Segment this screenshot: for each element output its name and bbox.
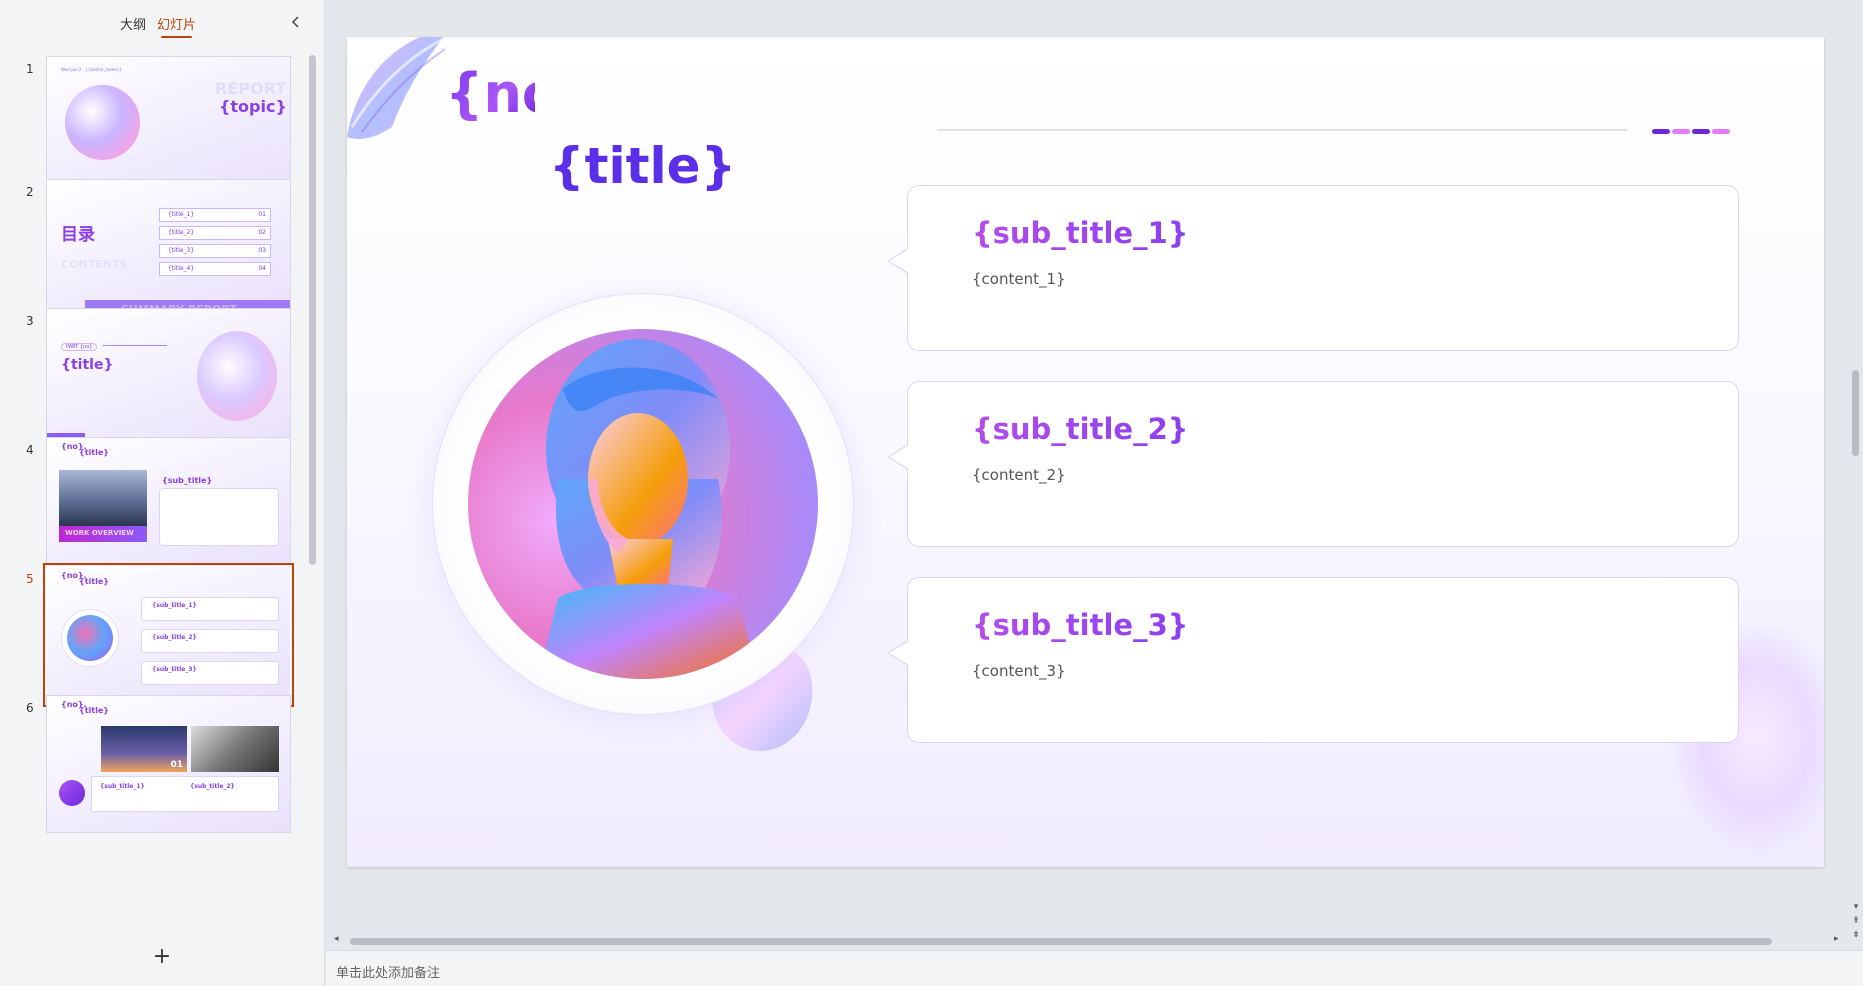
thumb-topic: {topic} <box>219 97 287 116</box>
thumb-toc-item: {title_2} 02 <box>159 226 271 240</box>
thumb-part-label: PART {no} <box>61 343 98 351</box>
add-slide-button[interactable]: + <box>150 946 174 970</box>
vertical-scrollbar[interactable]: ▾ ⇞ ⇟ <box>1847 0 1863 950</box>
tab-slides[interactable]: 幻灯片 <box>157 14 196 38</box>
dash <box>1652 129 1670 134</box>
thumb-arrow-line <box>103 345 167 346</box>
notes-pane[interactable]: 单击此处添加备注 <box>326 950 1863 986</box>
thumb-text-box <box>159 488 279 546</box>
thumb-image-laptop <box>191 726 279 772</box>
slide-thumbnail-pane: 大纲 幻灯片 1 Wed-Jun 2 · {{author_name}} REP… <box>0 0 325 986</box>
thumb-card: {sub_title_1} {sub_title_2} <box>91 776 279 812</box>
thumb-no: {no}. <box>61 700 87 709</box>
decorative-blob <box>65 85 140 160</box>
chevron-left-icon <box>291 16 299 28</box>
thumb-card: {sub_title_3} <box>141 661 279 685</box>
content-card-1[interactable]: {sub_title_1} {content_1} <box>887 185 1739 351</box>
card-pointer <box>887 444 909 470</box>
thumb-toc-item: {title_3} 03 <box>159 244 271 258</box>
thumb-sub-title: {sub_title} <box>162 476 213 485</box>
slide-number: 1 <box>26 62 34 76</box>
next-slide-icon[interactable]: ⇟ <box>1850 930 1862 940</box>
thumb-title: {title} <box>79 577 109 586</box>
card-sub-title[interactable]: {sub_title_1} <box>972 216 1188 250</box>
slide-thumbnail-1[interactable]: Wed-Jun 2 · {{author_name}} REPORT {topi… <box>46 56 291 194</box>
thumb-no: {no}. <box>61 442 87 451</box>
thumb-money-icon <box>59 780 85 806</box>
content-card-3[interactable]: {sub_title_3} {content_3} <box>887 577 1739 743</box>
thumbnail-row-2: 2 目录 CONTENTS {title_1} 01 {title_2} 02 {t… <box>0 179 318 319</box>
slide-thumbnail-5[interactable]: {no}. {title} {sub_title_1} {sub_title_2… <box>43 563 294 707</box>
card-content[interactable]: {content_1} <box>972 270 1066 288</box>
scroll-right-arrow-icon[interactable]: ▸ <box>1834 934 1839 944</box>
thumb-meta: Wed-Jun 2 · {{author_name}} <box>61 67 122 72</box>
portrait-photo[interactable] <box>468 329 818 679</box>
thumb-bg-word: REPORT <box>215 79 287 98</box>
title-divider-line <box>937 129 1627 131</box>
thumb-title: {title} <box>79 448 109 457</box>
horizontal-scroll-thumb[interactable] <box>350 938 1772 945</box>
slide-thumbnail-4[interactable]: {no}. {title} WORK OVERVIEW {sub_title} <box>46 437 291 575</box>
slide-editor: {no}. {title} {sub_title_1} {content_1} … <box>326 0 1863 950</box>
card-pointer <box>887 640 909 666</box>
slide-number: 5 <box>26 572 34 586</box>
card-sub-title[interactable]: {sub_title_2} <box>972 412 1188 446</box>
section-number-label[interactable]: {no}. <box>445 65 618 123</box>
slide-canvas[interactable]: {no}. {title} {sub_title_1} {content_1} … <box>347 37 1824 867</box>
slide-thumbnail-3[interactable]: PART {no} {title} WORK OVERVIEW <box>46 308 291 446</box>
thumb-badge: WORK OVERVIEW <box>59 526 147 542</box>
slide-thumbnail-6[interactable]: {no}. {title} 01 {sub_title_1} {sub_titl… <box>46 695 291 833</box>
thumb-no: {no}. <box>61 571 87 580</box>
decorative-blob <box>197 331 277 421</box>
thumbnail-row-4: 4 {no}. {title} WORK OVERVIEW {sub_title… <box>0 437 318 577</box>
thumbnail-list: 1 Wed-Jun 2 · {{author_name}} REPORT {to… <box>0 50 318 938</box>
scroll-left-arrow-icon[interactable]: ◂ <box>334 934 339 944</box>
portrait-image <box>468 329 818 679</box>
thumb-toc-item: {title_4} 04 <box>159 262 271 276</box>
thumbnail-row-6: 6 {no}. {title} 01 {sub_title_1} {sub_ti… <box>0 695 318 835</box>
thumb-image-city: 01 <box>101 726 187 772</box>
card-pointer <box>887 248 909 274</box>
thumbnail-row-3: 3 PART {no} {title} WORK OVERVIEW <box>0 308 318 448</box>
card-content[interactable]: {content_2} <box>972 466 1066 484</box>
dash <box>1692 129 1710 134</box>
pane-tabs: 大纲 幻灯片 <box>0 14 325 38</box>
thumb-bg-word: CONTENTS <box>61 258 128 271</box>
thumb-city-image <box>59 470 147 526</box>
scroll-down-arrow-icon[interactable]: ▾ <box>1850 902 1862 912</box>
thumb-card: {sub_title_1} <box>141 597 279 621</box>
slide-number: 6 <box>26 701 34 715</box>
thumbnail-row-1: 1 Wed-Jun 2 · {{author_name}} REPORT {to… <box>0 56 318 196</box>
horizontal-scrollbar[interactable]: ◂ ▸ <box>326 934 1846 948</box>
collapse-pane-button[interactable] <box>286 12 306 32</box>
slide-thumbnail-2[interactable]: 目录 CONTENTS {title_1} 01 {title_2} 02 {tit… <box>46 179 291 317</box>
thumbnail-scrollbar[interactable] <box>309 55 316 565</box>
card-content[interactable]: {content_3} <box>972 662 1066 680</box>
decorative-dashes <box>1652 129 1742 134</box>
card-sub-title[interactable]: {sub_title_3} <box>972 608 1188 642</box>
thumb-heading: 目录 <box>61 225 95 245</box>
thumb-toc-item: {title_1} 01 <box>159 208 271 222</box>
thumb-title: {title} <box>61 357 114 373</box>
plus-icon: + <box>152 944 172 969</box>
slide-number: 2 <box>26 185 34 199</box>
thumbnail-row-5: 5 {no}. {title} {sub_title_1} {sub_title… <box>0 563 318 707</box>
vertical-scroll-thumb[interactable] <box>1852 370 1859 456</box>
content-card-2[interactable]: {sub_title_2} {content_2} <box>887 381 1739 547</box>
notes-placeholder[interactable]: 单击此处添加备注 <box>336 962 440 981</box>
thumb-title: {title} <box>79 706 109 715</box>
slide-number: 4 <box>26 443 34 457</box>
dash <box>1712 129 1730 134</box>
thumb-card: {sub_title_2} <box>141 629 279 653</box>
slide-number: 3 <box>26 314 34 328</box>
slide-title[interactable]: {title} <box>549 137 736 195</box>
previous-slide-icon[interactable]: ⇞ <box>1850 916 1862 926</box>
dash <box>1672 129 1690 134</box>
tab-outline[interactable]: 大纲 <box>120 14 146 33</box>
thumb-photo <box>67 615 113 661</box>
